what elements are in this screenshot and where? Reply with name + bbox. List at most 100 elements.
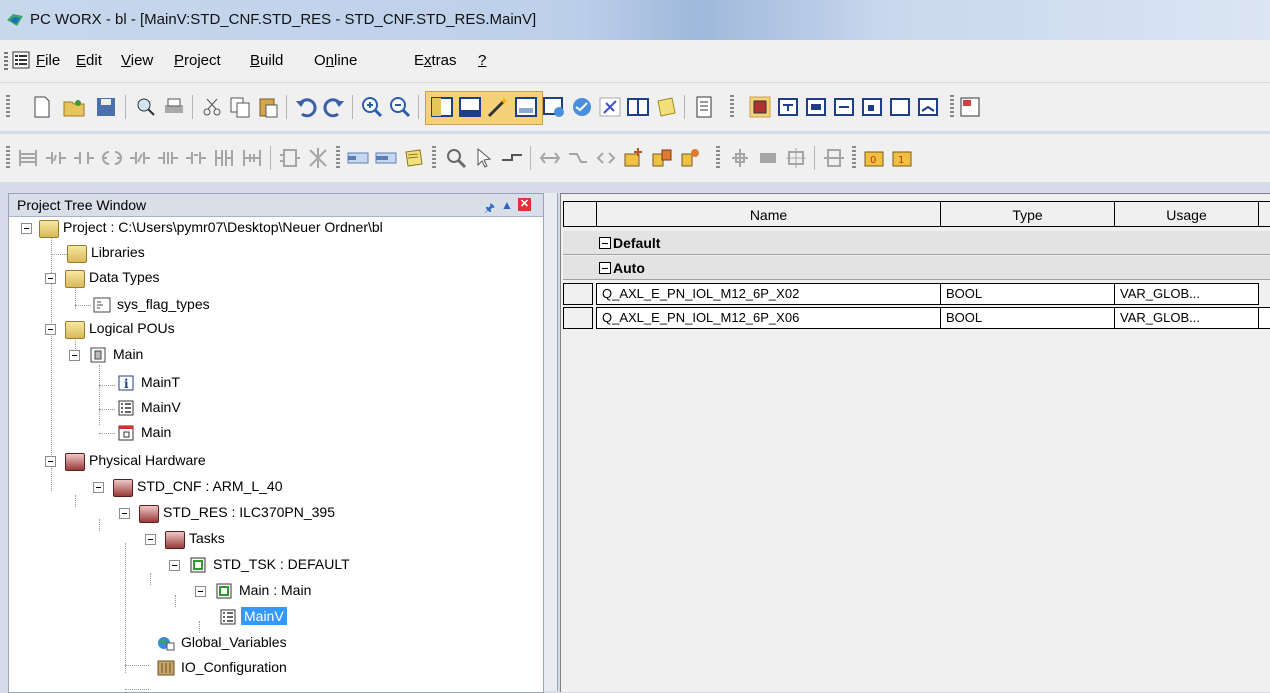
cell-usage[interactable]: VAR_GLOB... (1114, 307, 1259, 329)
tree-node-main-code[interactable]: Main (9, 422, 543, 444)
variable-add-icon[interactable] (622, 146, 646, 170)
io-view-icon[interactable] (804, 95, 828, 119)
online-force-icon[interactable]: 1 (890, 146, 914, 170)
document-icon[interactable] (12, 51, 30, 69)
tree-node-mainv[interactable]: MainV (9, 397, 543, 419)
edit-document-icon[interactable] (692, 95, 716, 119)
tree-node-main-pou[interactable]: Main (9, 344, 543, 366)
document-color-icon[interactable] (958, 95, 982, 119)
collapse-toggle-icon[interactable] (45, 273, 56, 284)
watch-window-icon[interactable] (542, 95, 566, 119)
menubar-grip[interactable] (4, 52, 8, 70)
copy-icon[interactable] (228, 95, 252, 119)
notes-icon[interactable] (654, 95, 678, 119)
variable-monitor-icon[interactable] (598, 95, 622, 119)
menu-build[interactable]: Build (250, 52, 283, 69)
workspace-view-icon[interactable] (748, 95, 772, 119)
toolbar-grip[interactable] (432, 146, 436, 168)
menu-help[interactable]: ? (478, 52, 486, 69)
variable-settings-icon[interactable] (678, 146, 702, 170)
tree-node-mainv-selected[interactable]: MainV (9, 606, 543, 628)
open-folder-icon[interactable] (62, 95, 86, 119)
cell-name[interactable]: Q_AXL_E_PN_IOL_M12_6P_X06 (596, 307, 941, 329)
zoom-in-icon[interactable] (360, 95, 384, 119)
collapse-toggle-icon[interactable] (21, 223, 32, 234)
save-icon[interactable] (94, 95, 118, 119)
column-header-usage[interactable]: Usage (1114, 201, 1259, 227)
close-icon[interactable]: ✕ (518, 198, 531, 211)
undo-icon[interactable] (294, 95, 318, 119)
zoom-out-icon[interactable] (388, 95, 412, 119)
notes-stack-icon[interactable] (402, 146, 426, 170)
collapse-toggle-icon[interactable] (169, 560, 180, 571)
print-preview-icon[interactable] (134, 95, 158, 119)
cell-type[interactable]: BOOL (940, 283, 1115, 305)
toolbar-grip[interactable] (852, 146, 856, 168)
tree-node-global-variables[interactable]: Global_Variables (9, 632, 543, 654)
menu-view[interactable]: View (121, 52, 153, 69)
print-icon[interactable] (162, 95, 186, 119)
cell-extra[interactable] (1258, 307, 1270, 329)
paste-icon[interactable] (256, 95, 280, 119)
menu-online[interactable]: Online (314, 52, 357, 69)
cell-usage[interactable]: VAR_GLOB... (1114, 283, 1259, 305)
menu-edit[interactable]: Edit (76, 52, 102, 69)
tree-node-tasks[interactable]: Tasks (9, 528, 543, 550)
search-icon[interactable] (444, 146, 468, 170)
logic-analyzer-icon[interactable] (570, 95, 594, 119)
bus-config-icon[interactable] (776, 95, 800, 119)
tree-node-logical-pous[interactable]: Logical POUs (9, 318, 543, 340)
window-icon[interactable] (888, 95, 912, 119)
collapse-group-icon[interactable] (599, 237, 611, 249)
tree-node-physical-hardware[interactable]: Physical Hardware (9, 450, 543, 472)
online-values-icon[interactable]: 0 (862, 146, 886, 170)
group-row-default[interactable]: Default (563, 231, 1270, 255)
panel-splitter[interactable] (543, 193, 558, 691)
column-header-extra[interactable] (1258, 201, 1270, 227)
row-selector[interactable] (563, 307, 593, 329)
toolbar-grip[interactable] (6, 95, 10, 117)
grid-corner-header[interactable] (563, 201, 597, 227)
collapse-group-icon[interactable] (599, 262, 611, 274)
menu-extras[interactable]: Extras (414, 52, 457, 69)
collapse-toggle-icon[interactable] (69, 350, 80, 361)
tree-node-std-res[interactable]: STD_RES : ILC370PN_395 (9, 502, 543, 524)
cross-reference-icon[interactable] (514, 95, 538, 119)
menu-project[interactable]: Project (174, 52, 221, 69)
group-row-auto[interactable]: Auto (563, 256, 1270, 280)
cell-name[interactable]: Q_AXL_E_PN_IOL_M12_6P_X02 (596, 283, 941, 305)
toolbar-grip[interactable] (716, 146, 720, 168)
toolbar-grip[interactable] (336, 146, 340, 168)
tree-node-libraries[interactable]: Libraries (9, 242, 543, 264)
line-tool-icon[interactable] (500, 146, 524, 170)
collapse-toggle-icon[interactable] (195, 586, 206, 597)
collapse-toggle-icon[interactable] (93, 482, 104, 493)
row-selector[interactable] (563, 283, 593, 305)
column-header-type[interactable]: Type (940, 201, 1115, 227)
column-header-name[interactable]: Name (596, 201, 941, 227)
redo-icon[interactable] (322, 95, 346, 119)
tree-node-sys-flag-types[interactable]: sys_flag_types (9, 294, 543, 316)
wizard-icon[interactable] (486, 95, 510, 119)
collapse-toggle-icon[interactable] (145, 534, 156, 545)
split-window-icon[interactable] (626, 95, 650, 119)
message-window-icon[interactable] (458, 95, 482, 119)
insert-row-icon[interactable] (346, 146, 370, 170)
tree-node-main-instance[interactable]: Main : Main (9, 580, 543, 602)
delete-row-icon[interactable] (374, 146, 398, 170)
cut-icon[interactable] (200, 95, 224, 119)
menu-file[interactable]: File (36, 52, 60, 69)
toolbar-grip[interactable] (730, 95, 734, 117)
collapse-toggle-icon[interactable] (45, 324, 56, 335)
tree-node-io-configuration[interactable]: IO_Configuration (9, 657, 543, 679)
tree-node-maint[interactable]: i MainT (9, 372, 543, 394)
device-details-icon[interactable] (860, 95, 884, 119)
collapse-toggle-icon[interactable] (119, 508, 130, 519)
new-file-icon[interactable] (30, 95, 54, 119)
project-tree-toggle-icon[interactable] (430, 95, 454, 119)
variable-link-icon[interactable] (650, 146, 674, 170)
maximize-arrow-icon[interactable]: ▲ (501, 198, 513, 212)
toolbar-grip[interactable] (950, 95, 954, 117)
tree-node-data-types[interactable]: Data Types (9, 267, 543, 289)
toolbar-grip[interactable] (6, 146, 10, 168)
